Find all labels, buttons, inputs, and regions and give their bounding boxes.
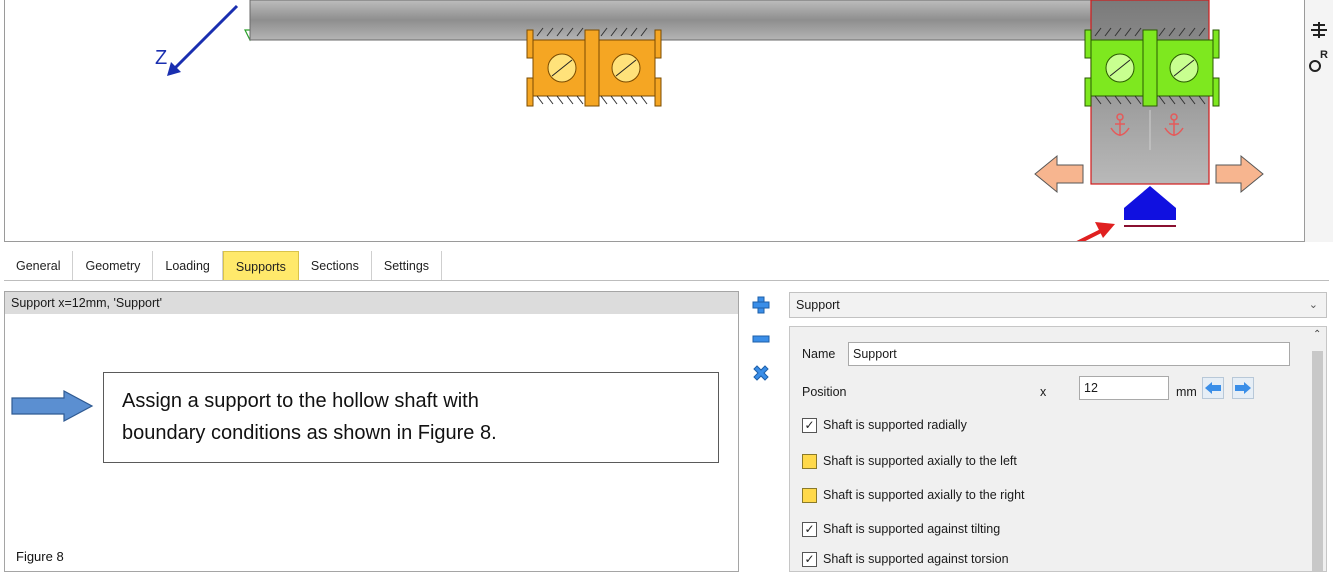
- delete-support-button[interactable]: [750, 362, 772, 384]
- scrollbar-thumb[interactable]: [1312, 351, 1323, 571]
- list-item[interactable]: Support x=12mm, 'Support': [5, 292, 738, 314]
- view-toolbar: R: [1305, 0, 1333, 242]
- plus-icon: [752, 296, 770, 314]
- orange-bearing: [526, 29, 662, 107]
- model-viewport[interactable]: Z: [4, 0, 1305, 242]
- remove-support-button[interactable]: [750, 328, 772, 350]
- tab-settings[interactable]: Settings: [371, 251, 443, 281]
- green-bearing: [1084, 29, 1220, 107]
- callout-line-1: Assign a support to the hollow shaft wit…: [122, 390, 479, 412]
- checkbox-icon: [802, 487, 817, 503]
- properties-scrollbar[interactable]: ⌃: [1309, 327, 1326, 571]
- check-radial[interactable]: ✓ Shaft is supported radially: [802, 415, 967, 435]
- checkbox-icon: ✓: [802, 551, 817, 567]
- checkbox-icon: ✓: [802, 521, 817, 537]
- arrow-right-icon: [1235, 382, 1251, 394]
- position-field[interactable]: 12: [1079, 376, 1169, 400]
- chevron-down-icon: ⌄: [1308, 299, 1318, 311]
- tab-geometry[interactable]: Geometry: [73, 251, 154, 281]
- svg-text:Z: Z: [155, 47, 167, 69]
- tab-general[interactable]: General: [4, 251, 74, 281]
- arrow-left-icon: [1205, 382, 1221, 394]
- coordinate-label: x: [1040, 385, 1047, 399]
- move-right-button[interactable]: [1232, 377, 1254, 399]
- minus-icon: [752, 335, 770, 343]
- check-axial-right[interactable]: Shaft is supported axially to the right: [802, 485, 1025, 505]
- annotation-arrow: [1076, 222, 1115, 241]
- name-label: Name: [802, 347, 836, 361]
- tab-supports[interactable]: Supports: [222, 251, 299, 281]
- tab-bar: General Geometry Loading Supports Sectio…: [4, 250, 443, 281]
- figure-caption: Figure 8: [16, 549, 64, 564]
- tab-sections[interactable]: Sections: [298, 251, 372, 281]
- checkbox-icon: [802, 453, 817, 469]
- chevron-up-icon: ⌃: [1313, 329, 1322, 340]
- axial-arrow-right-icon: [1215, 154, 1264, 194]
- check-tilting[interactable]: ✓ Shaft is supported against tilting: [802, 519, 1000, 539]
- z-axis-indicator: Z: [155, 4, 239, 76]
- rotate-icon: R: [1309, 49, 1328, 72]
- check-torsion[interactable]: ✓ Shaft is supported against torsion: [802, 549, 1009, 569]
- position-label: Position: [802, 385, 847, 399]
- support-icon: [1124, 186, 1176, 227]
- axial-arrow-left-icon: [1034, 154, 1084, 194]
- svg-text:R: R: [1320, 49, 1328, 61]
- instruction-callout: Assign a support to the hollow shaft wit…: [103, 372, 719, 463]
- support-type-select[interactable]: Support ⌄: [789, 292, 1327, 318]
- support-properties: Name Support Position x 12 mm ✓ Shaft is…: [789, 326, 1327, 572]
- x-icon: [753, 365, 769, 381]
- callout-line-2: boundary conditions as shown in Figure 8…: [122, 422, 497, 444]
- move-left-button[interactable]: [1202, 377, 1224, 399]
- add-support-button[interactable]: [750, 294, 772, 316]
- name-field[interactable]: Support: [848, 342, 1290, 366]
- list-actions: [750, 294, 772, 396]
- tab-divider: [4, 280, 1329, 281]
- support-type-value: Support: [796, 298, 840, 312]
- tab-loading[interactable]: Loading: [153, 251, 223, 281]
- check-axial-left[interactable]: Shaft is supported axially to the left: [802, 451, 1017, 471]
- unit-label: mm: [1176, 385, 1197, 399]
- checkbox-icon: ✓: [802, 417, 817, 433]
- callout-arrow-icon: [11, 389, 94, 423]
- section-cut-icon: [1311, 22, 1327, 38]
- shaft-drawing: Z: [155, 0, 1264, 241]
